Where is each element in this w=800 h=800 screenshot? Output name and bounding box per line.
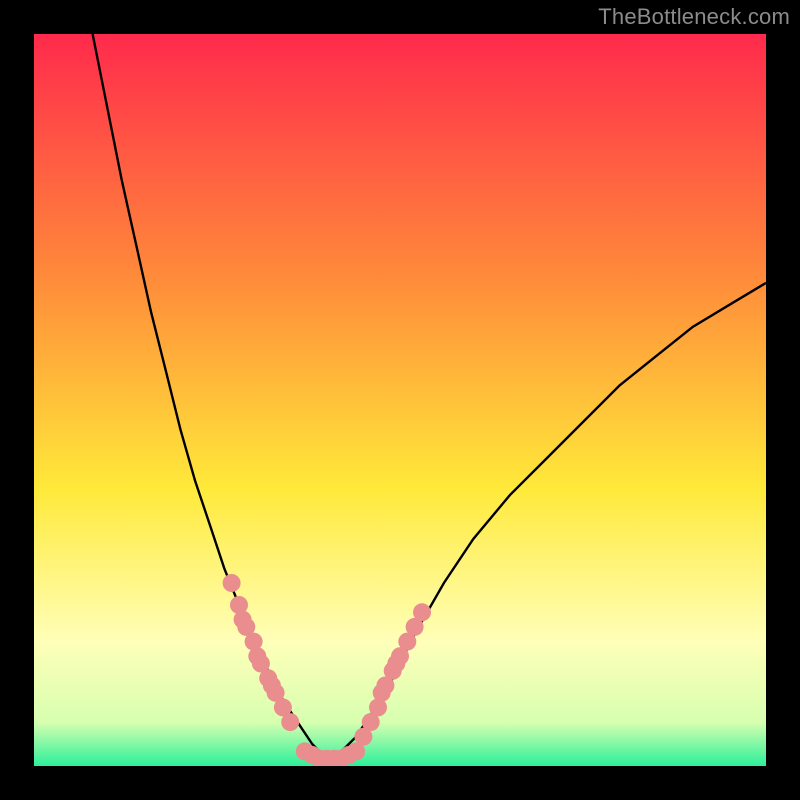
data-marker [223,574,241,592]
plot-area [34,34,766,766]
data-marker [281,713,299,731]
chart-svg [34,34,766,766]
data-marker [413,603,431,621]
chart-frame: TheBottleneck.com [0,0,800,800]
watermark-text: TheBottleneck.com [598,4,790,30]
